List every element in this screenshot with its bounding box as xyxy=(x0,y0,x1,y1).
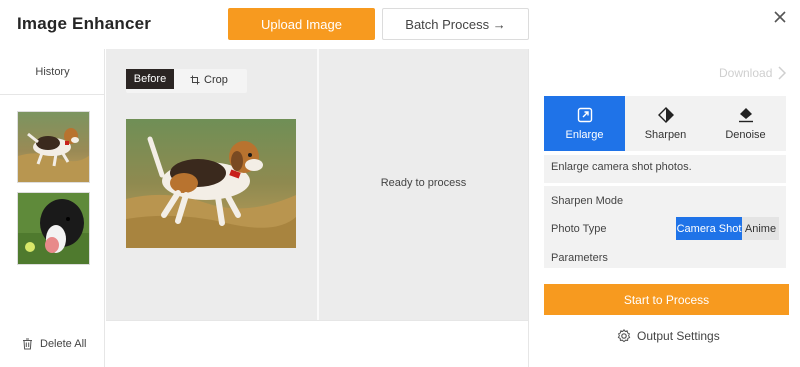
tab-enlarge-label: Enlarge xyxy=(565,128,604,141)
delete-all-button[interactable]: Delete All xyxy=(22,336,86,352)
photo-type-anime[interactable]: Anime xyxy=(742,217,779,240)
dog-thumbnail-image xyxy=(18,193,89,264)
batch-process-button[interactable]: Batch Process → xyxy=(382,8,529,40)
preview-image xyxy=(126,119,296,248)
tab-denoise[interactable]: Denoise xyxy=(705,96,786,151)
upload-image-button[interactable]: Upload Image xyxy=(228,8,375,40)
chevron-right-icon xyxy=(778,66,787,80)
app-title: Image Enhancer xyxy=(17,14,152,33)
output-settings-label: Output Settings xyxy=(637,329,720,343)
tab-enlarge[interactable]: Enlarge xyxy=(544,96,625,151)
photo-type-label: Photo Type xyxy=(551,223,607,235)
download-label: Download xyxy=(719,66,773,80)
tab-sharpen-label: Sharpen xyxy=(644,128,687,141)
settings-panel-border xyxy=(528,49,529,367)
download-button[interactable]: Download xyxy=(719,65,787,81)
output-settings-button[interactable]: Output Settings xyxy=(617,328,720,344)
photo-type-camera-shot[interactable]: Camera Shot xyxy=(676,217,742,240)
beagle-photo xyxy=(126,119,296,248)
preview-bottom-border xyxy=(106,320,528,321)
delete-all-label: Delete All xyxy=(40,338,87,350)
denoise-icon xyxy=(738,107,753,122)
sharpen-mode-label: Sharpen Mode xyxy=(551,195,624,207)
history-label: History xyxy=(35,66,70,78)
ready-status-text: Ready to process xyxy=(380,177,467,189)
start-process-button[interactable]: Start to Process xyxy=(544,284,789,315)
enlarge-icon xyxy=(577,107,592,122)
beagle-thumbnail-image xyxy=(18,112,89,182)
crop-button[interactable]: Crop xyxy=(190,72,228,88)
crop-icon xyxy=(190,75,200,85)
trash-icon xyxy=(23,338,32,350)
before-toggle[interactable]: Before xyxy=(126,69,174,89)
sharpen-icon xyxy=(657,106,674,123)
close-icon[interactable] xyxy=(771,8,789,26)
gear-icon xyxy=(617,329,631,343)
history-thumbnail-beagle[interactable] xyxy=(17,111,90,183)
mode-description: Enlarge camera shot photos. xyxy=(544,155,786,183)
tab-sharpen[interactable]: Sharpen xyxy=(625,96,706,151)
history-thumbnail-dog[interactable] xyxy=(17,192,90,265)
crop-label: Crop xyxy=(204,74,228,86)
history-divider xyxy=(0,94,105,95)
parameters-label: Parameters xyxy=(551,252,608,264)
tab-denoise-label: Denoise xyxy=(725,128,766,141)
